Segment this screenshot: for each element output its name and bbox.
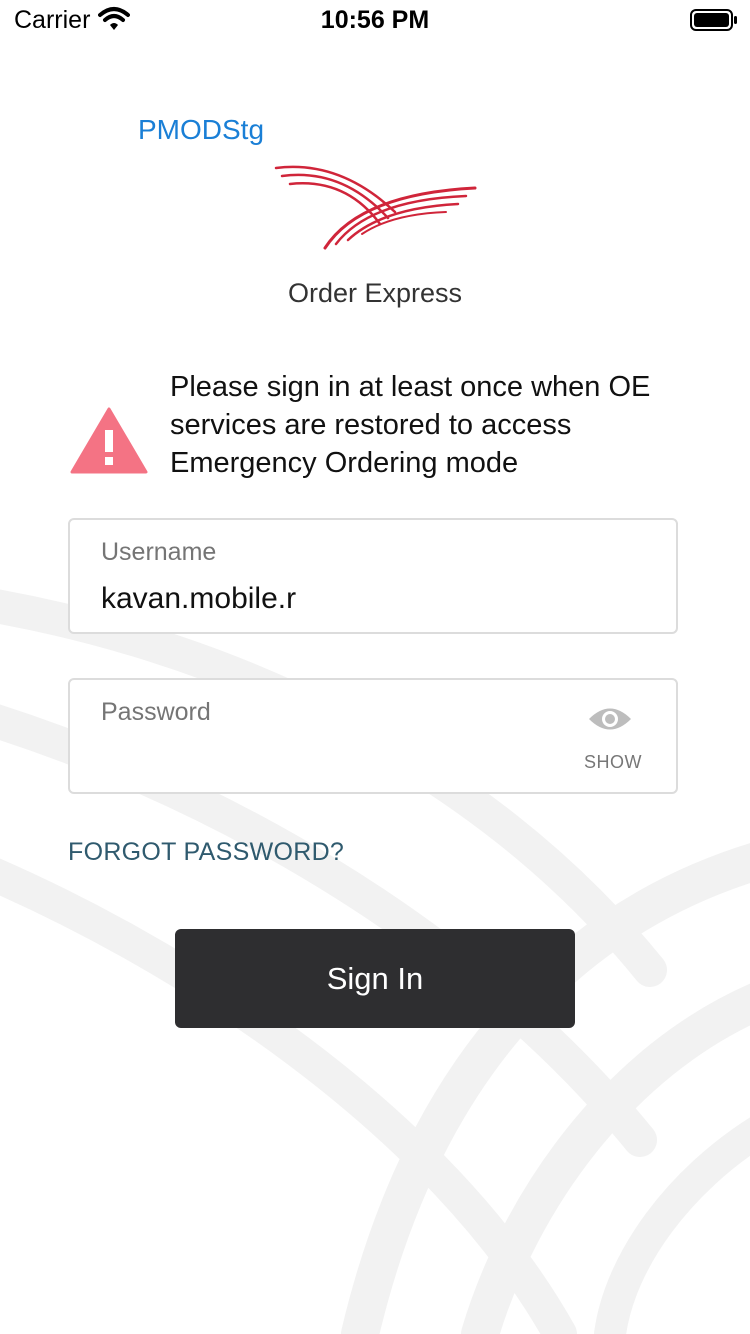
- forgot-password-link[interactable]: FORGOT PASSWORD?: [68, 838, 344, 867]
- app-name: Order Express: [287, 278, 463, 308]
- warning-triangle-icon: [70, 407, 148, 474]
- username-label: Username: [101, 538, 217, 566]
- username-field[interactable]: Username kavan.mobile.r: [68, 518, 678, 634]
- environment-label: PMODStg: [138, 114, 265, 145]
- password-field[interactable]: Password SHOW: [68, 678, 678, 794]
- eye-icon[interactable]: [587, 704, 633, 734]
- show-password-toggle[interactable]: SHOW: [584, 752, 642, 773]
- sign-in-button[interactable]: Sign In: [175, 929, 575, 1028]
- warning-message: Please sign in at least once when OE ser…: [170, 371, 651, 479]
- battery-icon: [690, 9, 737, 31]
- cardinal-swoosh-logo-icon: [274, 165, 477, 250]
- status-bar: Carrier 10:56 PM: [0, 0, 750, 40]
- password-label: Password: [101, 698, 211, 726]
- username-input[interactable]: kavan.mobile.r: [101, 582, 296, 616]
- status-time: 10:56 PM: [320, 6, 430, 34]
